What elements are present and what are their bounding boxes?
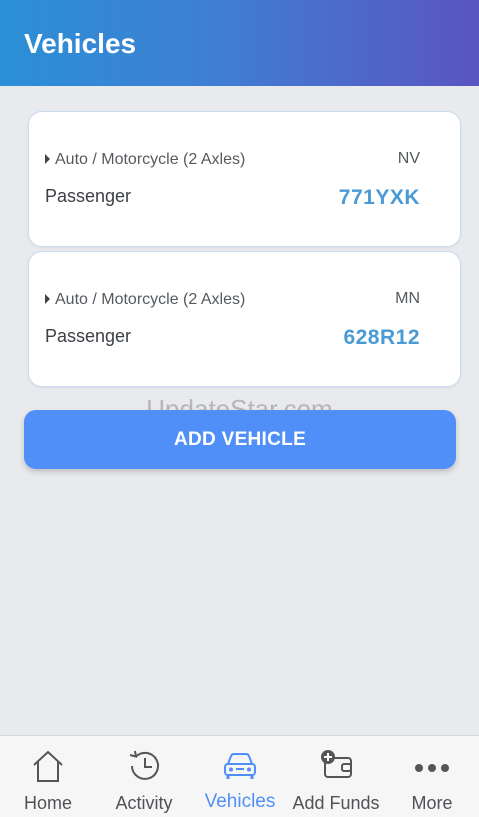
caret-right-icon (45, 294, 50, 304)
add-vehicle-button[interactable]: ADD VEHICLE (24, 410, 456, 469)
vehicle-class: Passenger (45, 326, 132, 346)
tab-more[interactable]: More (384, 736, 479, 817)
tab-label: Home (23, 793, 72, 813)
vehicle-type[interactable]: Auto / Motorcycle (2 Axles) (45, 151, 245, 169)
tab-label: Activity (115, 793, 173, 813)
bottom-tab-bar: Home Activity Vehicles Add Funds More (0, 735, 479, 817)
tab-label: Add Funds (292, 793, 380, 813)
tab-home[interactable]: Home (0, 736, 96, 817)
car-icon (224, 753, 256, 779)
tab-activity[interactable]: Activity (96, 736, 192, 817)
vehicle-state: NV (397, 150, 420, 167)
vehicle-type-label: Auto / Motorcycle (2 Axles) (55, 151, 246, 168)
tab-add-funds[interactable]: Add Funds (288, 736, 384, 817)
tab-label: More (411, 793, 453, 813)
wallet-add-icon (321, 750, 352, 778)
vehicle-type-label: Auto / Motorcycle (2 Axles) (55, 291, 246, 308)
history-icon (129, 750, 159, 780)
caret-right-icon (45, 154, 50, 164)
page-title: Vehicles (24, 28, 137, 59)
vehicle-card[interactable]: Auto / Motorcycle (2 Axles) MN Passenger… (28, 251, 461, 387)
vehicle-state: MN (395, 290, 420, 307)
home-icon (33, 751, 63, 782)
more-dots-icon (415, 764, 449, 772)
vehicle-plate: 771YXK (338, 186, 420, 209)
tab-label: Vehicles (204, 791, 276, 812)
app-header: Vehicles (0, 0, 479, 86)
tab-vehicles[interactable]: Vehicles (192, 736, 288, 817)
vehicle-plate: 628R12 (343, 326, 420, 349)
vehicle-card[interactable]: Auto / Motorcycle (2 Axles) NV Passenger… (28, 111, 461, 247)
vehicle-type[interactable]: Auto / Motorcycle (2 Axles) (45, 291, 245, 309)
vehicle-class: Passenger (45, 186, 132, 206)
